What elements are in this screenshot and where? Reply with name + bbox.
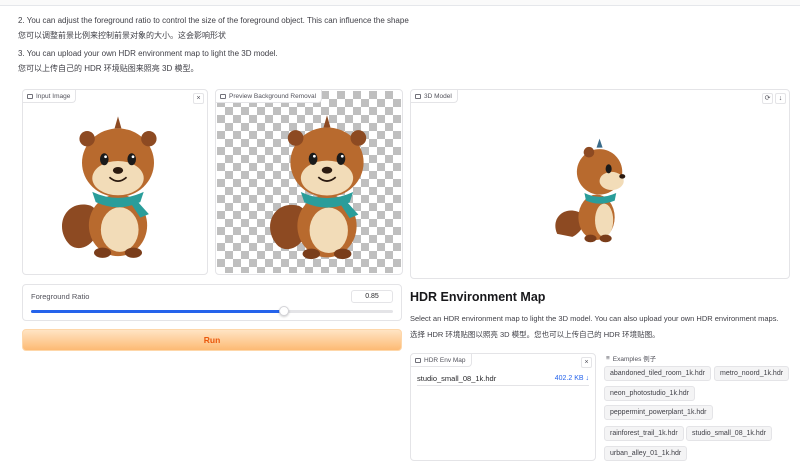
slider-handle[interactable] bbox=[279, 306, 290, 316]
clear-file-button[interactable]: × bbox=[581, 357, 592, 368]
examples-header: ≡ Examples 例子 bbox=[606, 353, 657, 364]
clear-image-button[interactable]: × bbox=[193, 93, 204, 104]
hdr-file-size-download[interactable]: 402.2 KB ↓ bbox=[555, 375, 589, 382]
example-item[interactable]: metro_noord_1k.hdr bbox=[714, 366, 790, 381]
examples-label: Examples 例子 bbox=[612, 356, 657, 363]
reset-icon: ⟳ bbox=[764, 95, 771, 102]
example-item[interactable]: neon_photostudio_1k.hdr bbox=[604, 386, 696, 401]
model3d-otter-render[interactable] bbox=[549, 128, 635, 246]
hdr-description-en: Select an HDR environment map to light t… bbox=[410, 314, 779, 323]
hdr-file-name: studio_small_08_1k.hdr bbox=[417, 373, 497, 383]
preview-tag: Preview Background Removal bbox=[216, 90, 323, 103]
hdr-file-tag: HDR Env Map bbox=[411, 354, 472, 367]
input-image-tag: Input Image bbox=[23, 90, 77, 103]
model3d-panel[interactable]: 3D Model ⟳ ↓ bbox=[410, 89, 790, 279]
instruction-step2-zh: 您可以调整前景比例来控制前景对象的大小。这会影响形状 bbox=[18, 31, 226, 40]
input-image-label: Input Image bbox=[36, 92, 71, 100]
model3d-label: 3D Model bbox=[424, 92, 452, 100]
file-icon bbox=[415, 357, 421, 363]
hdr-description-zh: 选择 HDR 环境贴图以照亮 3D 模型。您也可以上传自己的 HDR 环境贴图。 bbox=[410, 330, 660, 339]
input-otter-image bbox=[61, 115, 158, 259]
preview-label: Preview Background Removal bbox=[229, 92, 317, 100]
instruction-step2-en: 2. You can adjust the foreground ratio t… bbox=[18, 16, 409, 25]
hdr-file-row[interactable]: studio_small_08_1k.hdr 402.2 KB ↓ bbox=[417, 372, 589, 384]
download-model-button[interactable]: ↓ bbox=[775, 93, 786, 104]
instruction-step3-en: 3. You can upload your own HDR environme… bbox=[18, 49, 278, 58]
top-divider bbox=[0, 0, 800, 6]
file-row-divider bbox=[417, 385, 589, 386]
foreground-ratio-block: Foreground Ratio 0.85 bbox=[22, 284, 402, 321]
reset-view-button[interactable]: ⟳ bbox=[762, 93, 773, 104]
list-icon: ≡ bbox=[606, 354, 610, 362]
hdr-file-label: HDR Env Map bbox=[424, 356, 466, 364]
foreground-ratio-label: Foreground Ratio bbox=[31, 292, 90, 301]
hdr-file-panel[interactable]: HDR Env Map × studio_small_08_1k.hdr 402… bbox=[410, 353, 596, 461]
close-icon: × bbox=[196, 95, 201, 102]
example-item[interactable]: peppermint_powerplant_1k.hdr bbox=[604, 405, 713, 420]
model3d-tag: 3D Model bbox=[411, 90, 458, 103]
hdr-heading: HDR Environment Map bbox=[410, 290, 546, 304]
preview-otter-image bbox=[269, 114, 368, 260]
foreground-ratio-input[interactable]: 0.85 bbox=[351, 290, 393, 303]
example-item[interactable]: urban_alley_01_1k.hdr bbox=[604, 446, 688, 461]
slider-fill bbox=[31, 310, 285, 313]
close-icon: × bbox=[584, 359, 589, 366]
input-image-panel[interactable]: Input Image × bbox=[22, 89, 208, 275]
example-item[interactable]: abandoned_tiled_room_1k.hdr bbox=[604, 366, 711, 381]
image-icon bbox=[27, 93, 33, 99]
download-icon: ↓ bbox=[778, 95, 783, 102]
cube-icon bbox=[415, 93, 421, 99]
preview-panel: Preview Background Removal bbox=[215, 89, 403, 275]
image-icon bbox=[220, 93, 226, 99]
run-button[interactable]: Run bbox=[22, 329, 402, 351]
example-item[interactable]: studio_small_08_1k.hdr bbox=[686, 426, 772, 441]
slider-track[interactable] bbox=[31, 306, 393, 316]
example-item[interactable]: rainforest_trail_1k.hdr bbox=[604, 426, 684, 441]
instruction-step3-zh: 您可以上传自己的 HDR 环境贴图来照亮 3D 模型。 bbox=[18, 64, 199, 73]
